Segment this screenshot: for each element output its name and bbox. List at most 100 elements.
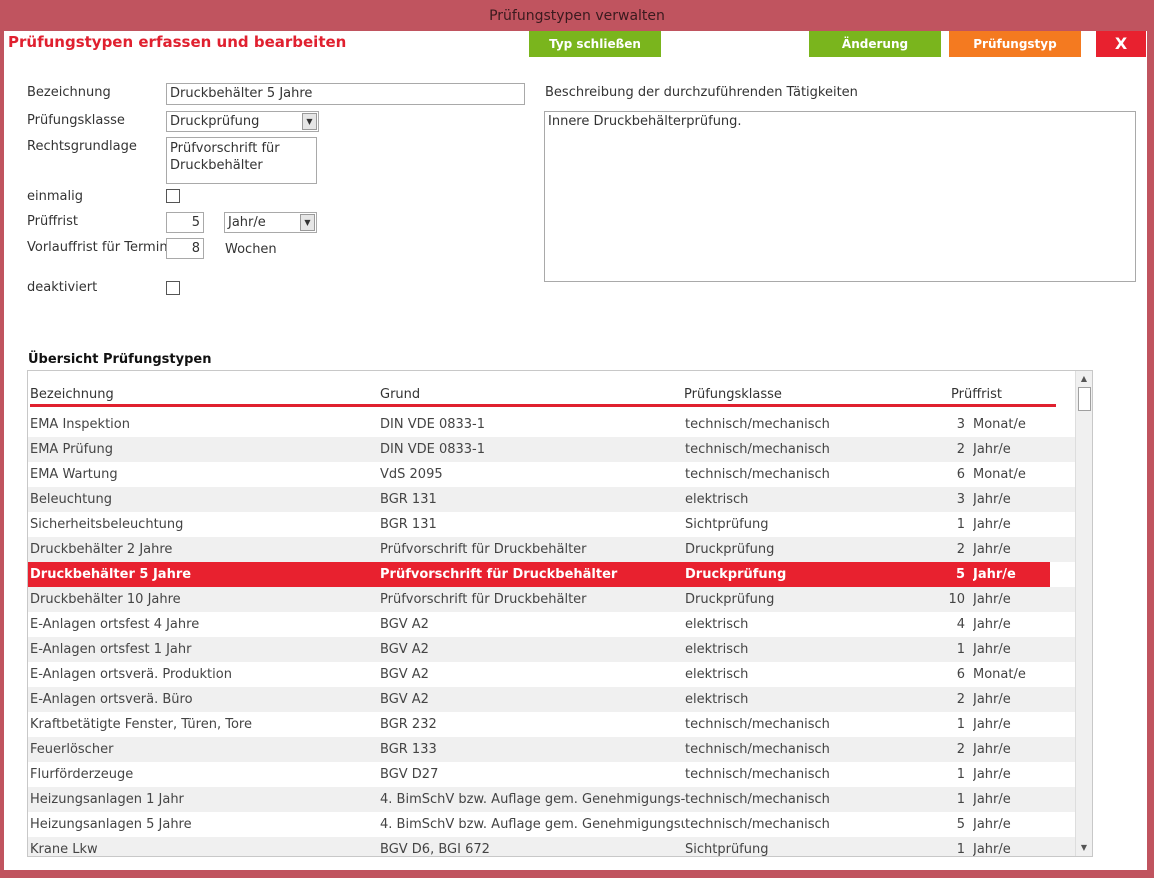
vorlauf-label: Vorlauffrist für Termin	[27, 240, 168, 255]
delete-button[interactable]: Prüfungstyp löschen	[949, 31, 1081, 77]
overview-title: Übersicht Prüfungstypen	[28, 352, 212, 367]
bezeichnung-label: Bezeichnung	[27, 85, 111, 100]
einmalig-label: einmalig	[27, 189, 83, 204]
row-grund: BGV D27	[380, 767, 439, 782]
row-grund: BGR 131	[380, 492, 437, 507]
prueffrist-unit-value: Jahr/e	[228, 215, 266, 230]
row-bezeichnung: Krane Lkw	[30, 842, 98, 857]
einmalig-checkbox[interactable]	[166, 189, 180, 203]
row-bezeichnung: E-Anlagen ortsverä. Büro	[30, 692, 193, 707]
scroll-down-icon[interactable]: ▼	[1077, 841, 1091, 855]
chevron-down-icon[interactable]: ▼	[302, 113, 317, 130]
row-klasse: technisch/mechanisch	[685, 792, 830, 807]
table-header: Bezeichnung Grund Prüfungsklasse Prüffri…	[28, 371, 1078, 407]
row-klasse: elektrisch	[685, 667, 749, 682]
row-frist-einheit: Jahr/e	[973, 492, 1011, 507]
row-klasse: technisch/mechanisch	[685, 742, 830, 757]
row-frist-wert: 2	[956, 542, 965, 557]
row-frist-wert: 3	[956, 417, 965, 432]
row-bezeichnung: E-Anlagen ortsverä. Produktion	[30, 667, 232, 682]
row-bezeichnung: Kraftbetätigte Fenster, Türen, Tore	[30, 717, 252, 732]
beschreibung-label: Beschreibung der durchzuführenden Tätigk…	[545, 85, 858, 100]
row-bezeichnung: EMA Wartung	[30, 467, 118, 482]
close-type-button[interactable]: Typ schließen	[529, 31, 661, 57]
window-title: Prüfungstypen verwalten	[489, 8, 665, 24]
table-row[interactable]: E-Anlagen ortsfest 4 Jahre BGV A2 elektris…	[28, 612, 1077, 637]
row-bezeichnung: Flurförderzeuge	[30, 767, 134, 782]
table-row[interactable]: Kraftbetätigte Fenster, Türen, Tore BGR 2…	[28, 712, 1077, 737]
chevron-down-icon[interactable]: ▼	[300, 214, 315, 231]
row-frist-wert: 6	[956, 467, 965, 482]
row-grund: BGV A2	[380, 617, 429, 632]
row-frist-wert: 6	[956, 667, 965, 682]
row-frist-wert: 1	[956, 842, 965, 857]
table-row[interactable]: EMA Wartung VdS 2095 technisch/mechanisch 6…	[28, 462, 1077, 487]
row-bezeichnung: Druckbehälter 5 Jahre	[30, 567, 192, 582]
save-button[interactable]: Änderung speichern	[809, 31, 941, 77]
table-row[interactable]: Druckbehälter 10 Jahre Prüfvorschrift für…	[28, 587, 1077, 612]
table-row[interactable]: Flurförderzeuge BGV D27 technisch/mechanis…	[28, 762, 1077, 787]
deaktiviert-label: deaktiviert	[27, 280, 98, 295]
row-grund: DIN VDE 0833-1	[380, 417, 485, 432]
prueffrist-input[interactable]: 5	[166, 212, 204, 233]
row-grund: 4. BimSchV bzw. Auflage gem. Genehmigung…	[380, 792, 685, 807]
row-klasse: technisch/mechanisch	[685, 417, 830, 432]
row-bezeichnung: E-Anlagen ortsfest 4 Jahre	[30, 617, 200, 632]
row-frist-wert: 2	[956, 442, 965, 457]
klasse-label: Prüfungsklasse	[27, 113, 125, 128]
table-row[interactable]: E-Anlagen ortsverä. Büro BGV A2 elektrisch…	[28, 687, 1077, 712]
table-row[interactable]: E-Anlagen ortsfest 1 Jahr BGV A2 elektrisc…	[28, 637, 1077, 662]
table-row[interactable]: Heizungsanlagen 1 Jahr 4. BimSchV bzw. Au…	[28, 787, 1077, 812]
row-klasse: technisch/mechanisch	[685, 767, 830, 782]
col-bezeichnung[interactable]: Bezeichnung	[30, 387, 114, 402]
row-frist-wert: 1	[956, 792, 965, 807]
close-button[interactable]: X	[1096, 31, 1146, 57]
col-klasse[interactable]: Prüfungsklasse	[684, 387, 782, 402]
row-grund: 4. BimSchV bzw. Auflage gem. Genehmigung…	[380, 817, 685, 832]
row-frist-wert: 4	[956, 617, 965, 632]
row-frist-einheit: Jahr/e	[973, 692, 1011, 707]
col-prueffrist[interactable]: Prüffrist	[951, 387, 1002, 402]
table-row[interactable]: Sicherheitsbeleuchtung BGR 131 Sichtprüfun…	[28, 512, 1077, 537]
row-grund: BGV A2	[380, 667, 429, 682]
row-grund: Prüfvorschrift für Druckbehälter	[380, 542, 587, 557]
table-row[interactable]: Druckbehälter 5 Jahre Prüfvorschrift für …	[28, 562, 1050, 587]
row-frist-wert: 5	[955, 567, 965, 582]
row-grund: BGR 133	[380, 742, 437, 757]
rechtsgrundlage-label: Rechtsgrundlage	[27, 139, 137, 154]
scroll-up-icon[interactable]: ▲	[1077, 372, 1091, 386]
prueffrist-label: Prüffrist	[27, 214, 78, 229]
row-klasse: Druckprüfung	[685, 567, 787, 582]
row-frist-einheit: Jahr/e	[973, 592, 1011, 607]
vorlauf-input[interactable]: 8	[166, 238, 204, 259]
row-frist-wert: 2	[956, 742, 965, 757]
table-row[interactable]: EMA Inspektion DIN VDE 0833-1 technisch/me…	[28, 412, 1077, 437]
row-bezeichnung: E-Anlagen ortsfest 1 Jahr	[30, 642, 192, 657]
table-scrollbar[interactable]: ▲ ▼	[1075, 371, 1092, 856]
prueffrist-unit-select[interactable]: Jahr/e ▼	[224, 212, 317, 233]
table-row[interactable]: Heizungsanlagen 5 Jahre 4. BimSchV bzw. A…	[28, 812, 1077, 837]
bezeichnung-input[interactable]: Druckbehälter 5 Jahre	[166, 83, 525, 105]
klasse-select[interactable]: Druckprüfung ▼	[166, 111, 319, 132]
row-frist-einheit: Jahr/e	[973, 742, 1011, 757]
row-grund: BGV D6, BGI 672	[380, 842, 490, 857]
row-frist-einheit: Jahr/e	[973, 567, 1016, 582]
table-row[interactable]: Krane Lkw BGV D6, BGI 672 Sichtprüfung 1 Jah…	[28, 837, 1077, 857]
deaktiviert-checkbox[interactable]	[166, 281, 180, 295]
row-bezeichnung: Druckbehälter 10 Jahre	[30, 592, 181, 607]
table-row[interactable]: Druckbehälter 2 Jahre Prüfvorschrift für …	[28, 537, 1077, 562]
table-row[interactable]: Feuerlöscher BGR 133 technisch/mechanisch 2…	[28, 737, 1077, 762]
rechtsgrundlage-field[interactable]: Prüfvorschrift für Druckbehälter	[166, 137, 317, 184]
row-bezeichnung: Beleuchtung	[30, 492, 112, 507]
col-grund[interactable]: Grund	[380, 387, 420, 402]
row-klasse: elektrisch	[685, 492, 749, 507]
row-frist-einheit: Jahr/e	[973, 517, 1011, 532]
table-row[interactable]: E-Anlagen ortsverä. Produktion BGV A2 elek…	[28, 662, 1077, 687]
row-frist-wert: 1	[956, 767, 965, 782]
table-row[interactable]: Beleuchtung BGR 131 elektrisch 3 Jahr/e	[28, 487, 1077, 512]
scroll-thumb[interactable]	[1078, 387, 1091, 411]
table-body: EMA Inspektion DIN VDE 0833-1 technisch/me…	[28, 412, 1077, 857]
beschreibung-textarea[interactable]: Innere Druckbehälterprüfung.	[544, 111, 1136, 282]
row-klasse: Druckprüfung	[685, 592, 775, 607]
table-row[interactable]: EMA Prüfung DIN VDE 0833-1 technisch/mecha…	[28, 437, 1077, 462]
